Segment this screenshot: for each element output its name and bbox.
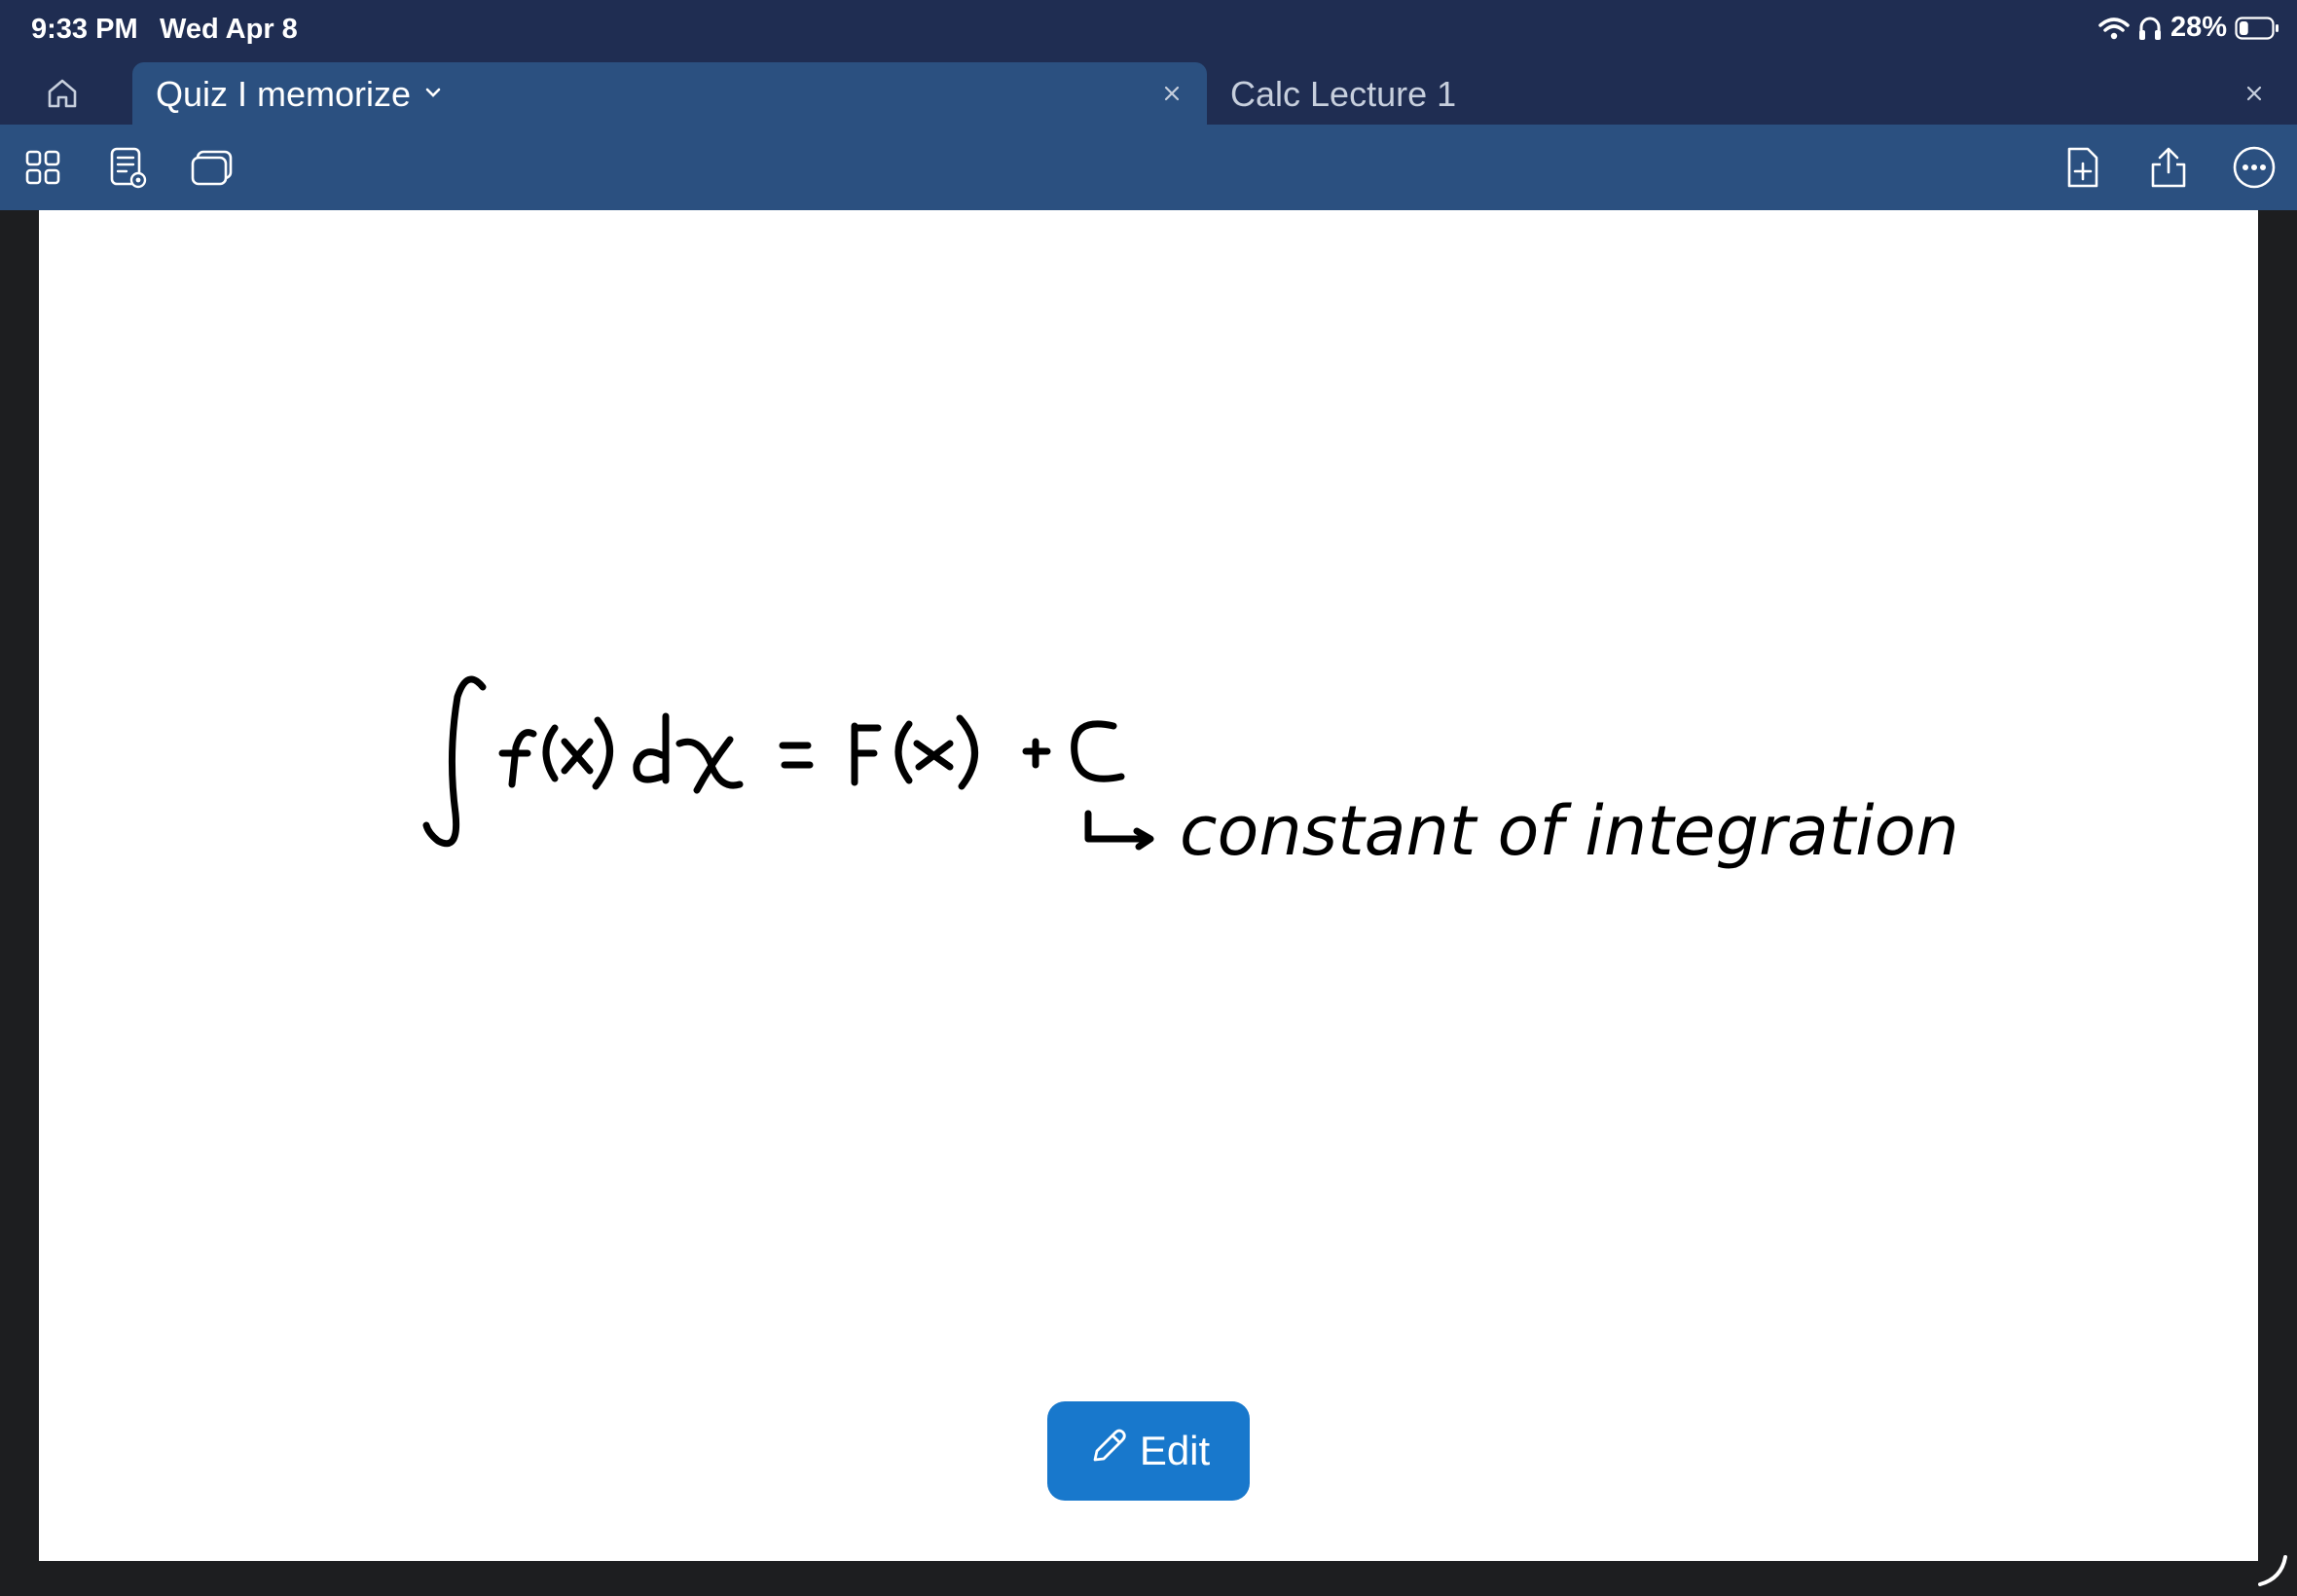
notes-view-icon[interactable] xyxy=(105,144,152,191)
status-indicators: 28% xyxy=(2098,12,2279,44)
ink-d xyxy=(633,712,670,784)
edit-label: Edit xyxy=(1139,1428,1211,1473)
battery-percent: 28% xyxy=(2169,12,2227,43)
close-icon[interactable] xyxy=(2239,78,2270,109)
ink-equals xyxy=(779,742,814,769)
battery-icon xyxy=(2235,16,2279,40)
ink-paren xyxy=(542,724,559,782)
ink-x xyxy=(675,736,744,794)
toolbar xyxy=(0,125,2297,210)
close-icon[interactable] xyxy=(1156,78,1187,109)
ink-C xyxy=(1071,720,1125,782)
page-corner-handle[interactable] xyxy=(2252,1551,2291,1590)
add-page-icon[interactable] xyxy=(2060,144,2106,191)
note-canvas[interactable]: constant of integration xyxy=(39,210,2258,1561)
handwritten-annotation: constant of integration xyxy=(1180,791,1959,871)
ink-F xyxy=(851,722,882,786)
share-icon[interactable] xyxy=(2145,144,2192,191)
headphones-icon xyxy=(2137,15,2163,42)
chevron-down-icon[interactable] xyxy=(422,82,444,108)
grid-view-icon[interactable] xyxy=(19,144,66,191)
pencil-icon xyxy=(1087,1425,1130,1477)
status-time: 9:33 PM xyxy=(31,14,138,45)
tab-label: Calc Lecture 1 xyxy=(1230,74,1457,114)
ink-f xyxy=(498,729,537,788)
ink-integral-sign xyxy=(422,675,487,848)
pages-icon[interactable] xyxy=(189,144,236,191)
ink-plus xyxy=(1022,738,1051,769)
ink-paren xyxy=(894,720,913,784)
battery-level-fill xyxy=(2240,20,2248,35)
ink-paren xyxy=(592,716,613,790)
edit-button[interactable]: Edit xyxy=(1047,1401,1250,1501)
home-icon[interactable] xyxy=(43,74,82,113)
ink-x xyxy=(561,738,594,775)
tab-calc-lecture-1[interactable]: Calc Lecture 1 xyxy=(1207,62,2297,125)
ink-x xyxy=(913,740,954,771)
handwritten-content: constant of integration xyxy=(422,675,1959,871)
tab-label: Quiz I memorize xyxy=(156,74,412,114)
tab-bar: Quiz I memorize Calc Lecture 1 xyxy=(0,62,2297,125)
ink-arrow xyxy=(1084,810,1154,851)
status-date: Wed Apr 8 xyxy=(160,14,298,45)
status-bar: 9:33 PM Wed Apr 8 28% xyxy=(0,0,2297,62)
more-icon[interactable] xyxy=(2231,144,2278,191)
tab-quiz-i-memorize[interactable]: Quiz I memorize xyxy=(132,62,1207,125)
ink-paren xyxy=(956,714,978,790)
wifi-icon xyxy=(2098,17,2130,40)
